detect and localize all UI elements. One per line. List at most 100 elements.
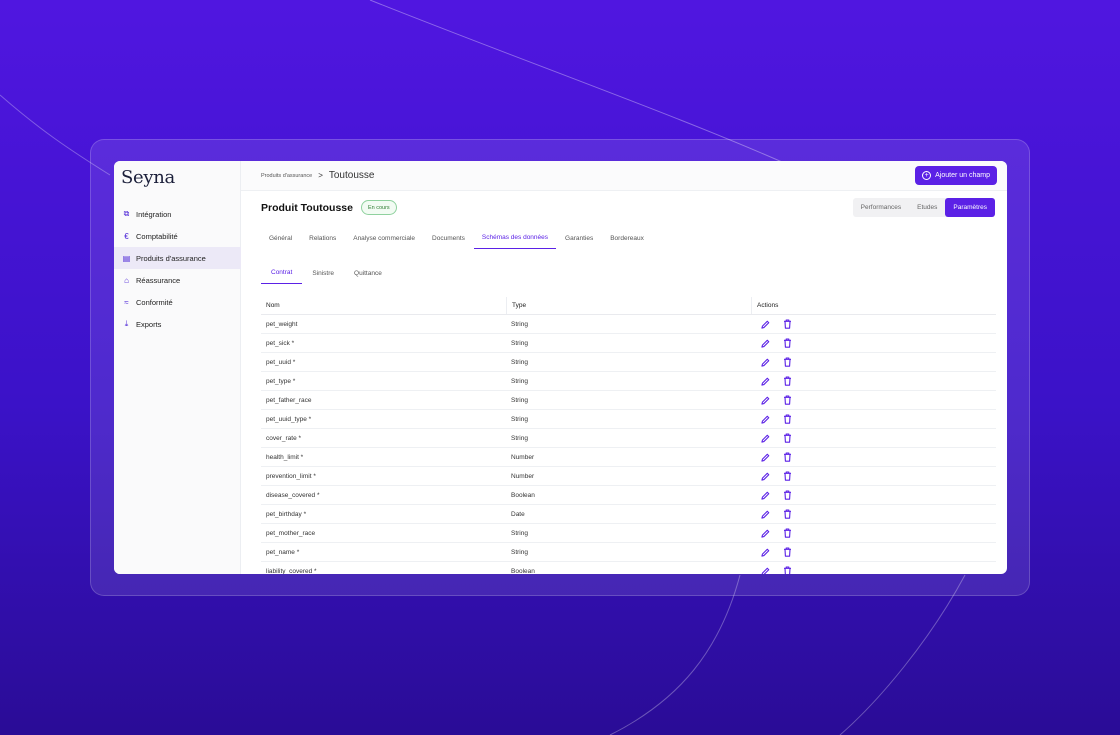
tab-analyse-commerciale[interactable]: Analyse commerciale — [345, 227, 423, 249]
top-bar: Produits d'assurance > Toutousse + Ajout… — [241, 161, 1007, 191]
cell-actions — [751, 410, 996, 428]
edit-pencil-icon[interactable] — [760, 547, 770, 557]
sidebar-item-comptabilite[interactable]: € Comptabilité — [114, 225, 241, 247]
breadcrumb-parent[interactable]: Produits d'assurance — [261, 173, 312, 179]
edit-pencil-icon[interactable] — [760, 509, 770, 519]
delete-trash-icon[interactable] — [782, 376, 792, 386]
cell-nom: pet_mother_race — [266, 529, 316, 537]
delete-trash-icon[interactable] — [782, 433, 792, 443]
delete-trash-icon[interactable] — [782, 452, 792, 462]
cell-type: String — [511, 358, 528, 366]
table-row: pet_name * String — [261, 543, 996, 562]
cell-actions — [751, 524, 996, 542]
edit-pencil-icon[interactable] — [760, 376, 770, 386]
sidebar-item-exports[interactable]: ⤓ Exports — [114, 313, 241, 335]
cell-actions — [751, 334, 996, 352]
tab-garanties[interactable]: Garanties — [557, 227, 601, 249]
add-field-label: Ajouter un champ — [935, 172, 990, 179]
euro-icon: € — [124, 231, 129, 241]
download-icon: ⤓ — [124, 319, 129, 328]
delete-trash-icon[interactable] — [782, 471, 792, 481]
cell-actions — [751, 486, 996, 504]
cell-type: String — [511, 377, 528, 385]
cell-type: String — [511, 415, 528, 423]
delete-trash-icon[interactable] — [782, 414, 792, 424]
tab-documents[interactable]: Documents — [424, 227, 473, 249]
cell-actions — [751, 467, 996, 485]
delete-trash-icon[interactable] — [782, 357, 792, 367]
app-logo: Seyna — [121, 167, 175, 188]
table-row: liability_covered * Boolean — [261, 562, 996, 574]
tab-schemas-donnees[interactable]: Schémas des données — [473, 227, 557, 249]
cell-nom: pet_sick * — [266, 339, 295, 347]
sidebar-item-label: Exports — [136, 319, 162, 329]
breadcrumb: Produits d'assurance > Toutousse — [261, 170, 374, 181]
cell-type: Date — [511, 510, 525, 518]
cell-actions — [751, 448, 996, 466]
edit-pencil-icon[interactable] — [760, 433, 770, 443]
compliance-icon: ≈ — [124, 297, 129, 307]
cell-type: String — [511, 434, 528, 442]
sidebar-item-produits[interactable]: ▤ Produits d'assurance — [114, 247, 241, 269]
view-parametres[interactable]: Paramètres — [945, 198, 995, 217]
delete-trash-icon[interactable] — [782, 490, 792, 500]
edit-pencil-icon[interactable] — [760, 414, 770, 424]
subtab-bar: Contrat Sinistre Quittance — [261, 262, 392, 284]
cell-type: Number — [511, 453, 535, 461]
page-title: Produit Toutousse — [261, 201, 353, 214]
table-row: pet_birthday * Date — [261, 505, 996, 524]
sidebar-item-integration[interactable]: ⧉ Intégration — [114, 203, 241, 225]
edit-pencil-icon[interactable] — [760, 452, 770, 462]
cell-nom: pet_type * — [266, 377, 296, 385]
add-field-button[interactable]: + Ajouter un champ — [915, 166, 997, 185]
sidebar-item-reassurance[interactable]: ⌂ Réassurance — [114, 269, 241, 291]
table-row: pet_weight String — [261, 315, 996, 334]
table-row: pet_mother_race String — [261, 524, 996, 543]
cell-nom: cover_rate * — [266, 434, 302, 442]
sidebar-item-label: Comptabilité — [136, 231, 178, 241]
tab-relations[interactable]: Relations — [301, 227, 344, 249]
sidebar-item-conformite[interactable]: ≈ Conformité — [114, 291, 241, 313]
edit-pencil-icon[interactable] — [760, 357, 770, 367]
edit-pencil-icon[interactable] — [760, 471, 770, 481]
table-row: disease_covered * Boolean — [261, 486, 996, 505]
edit-pencil-icon[interactable] — [760, 566, 770, 574]
delete-trash-icon[interactable] — [782, 547, 792, 557]
tab-general[interactable]: Général — [261, 227, 300, 249]
edit-pencil-icon[interactable] — [760, 338, 770, 348]
delete-trash-icon[interactable] — [782, 528, 792, 538]
cell-actions — [751, 562, 996, 574]
view-performances[interactable]: Performances — [853, 198, 909, 217]
view-switch: Performances Etudes Paramètres — [852, 198, 995, 217]
cell-actions — [751, 505, 996, 523]
cell-actions — [751, 372, 996, 390]
table-row: cover_rate * String — [261, 429, 996, 448]
delete-trash-icon[interactable] — [782, 509, 792, 519]
edit-pencil-icon[interactable] — [760, 319, 770, 329]
cell-type: String — [511, 548, 528, 556]
delete-trash-icon[interactable] — [782, 319, 792, 329]
view-etudes[interactable]: Etudes — [909, 198, 945, 217]
subtab-contrat[interactable]: Contrat — [261, 262, 303, 284]
breadcrumb-separator: > — [318, 171, 323, 180]
subtab-sinistre[interactable]: Sinistre — [302, 262, 344, 284]
sidebar-item-label: Réassurance — [136, 275, 181, 285]
cell-nom: health_limit * — [266, 453, 304, 461]
edit-pencil-icon[interactable] — [760, 490, 770, 500]
app-window: Seyna ⧉ Intégration € Comptabilité ▤ Pro… — [114, 161, 1007, 574]
integration-icon: ⧉ — [123, 209, 130, 218]
cell-nom: pet_name * — [266, 548, 300, 556]
delete-trash-icon[interactable] — [782, 395, 792, 405]
edit-pencil-icon[interactable] — [760, 395, 770, 405]
edit-pencil-icon[interactable] — [760, 528, 770, 538]
delete-trash-icon[interactable] — [782, 566, 792, 574]
tab-bordereaux[interactable]: Bordereaux — [602, 227, 652, 249]
cell-actions — [751, 391, 996, 409]
subtab-quittance[interactable]: Quittance — [344, 262, 392, 284]
calendar-icon: ▤ — [122, 253, 131, 263]
sidebar-item-label: Produits d'assurance — [136, 253, 206, 263]
bank-icon: ⌂ — [124, 275, 129, 285]
cell-type: Boolean — [511, 491, 535, 499]
table-body: pet_weight String pet_sick * String pet_uuid… — [261, 315, 996, 574]
delete-trash-icon[interactable] — [782, 338, 792, 348]
